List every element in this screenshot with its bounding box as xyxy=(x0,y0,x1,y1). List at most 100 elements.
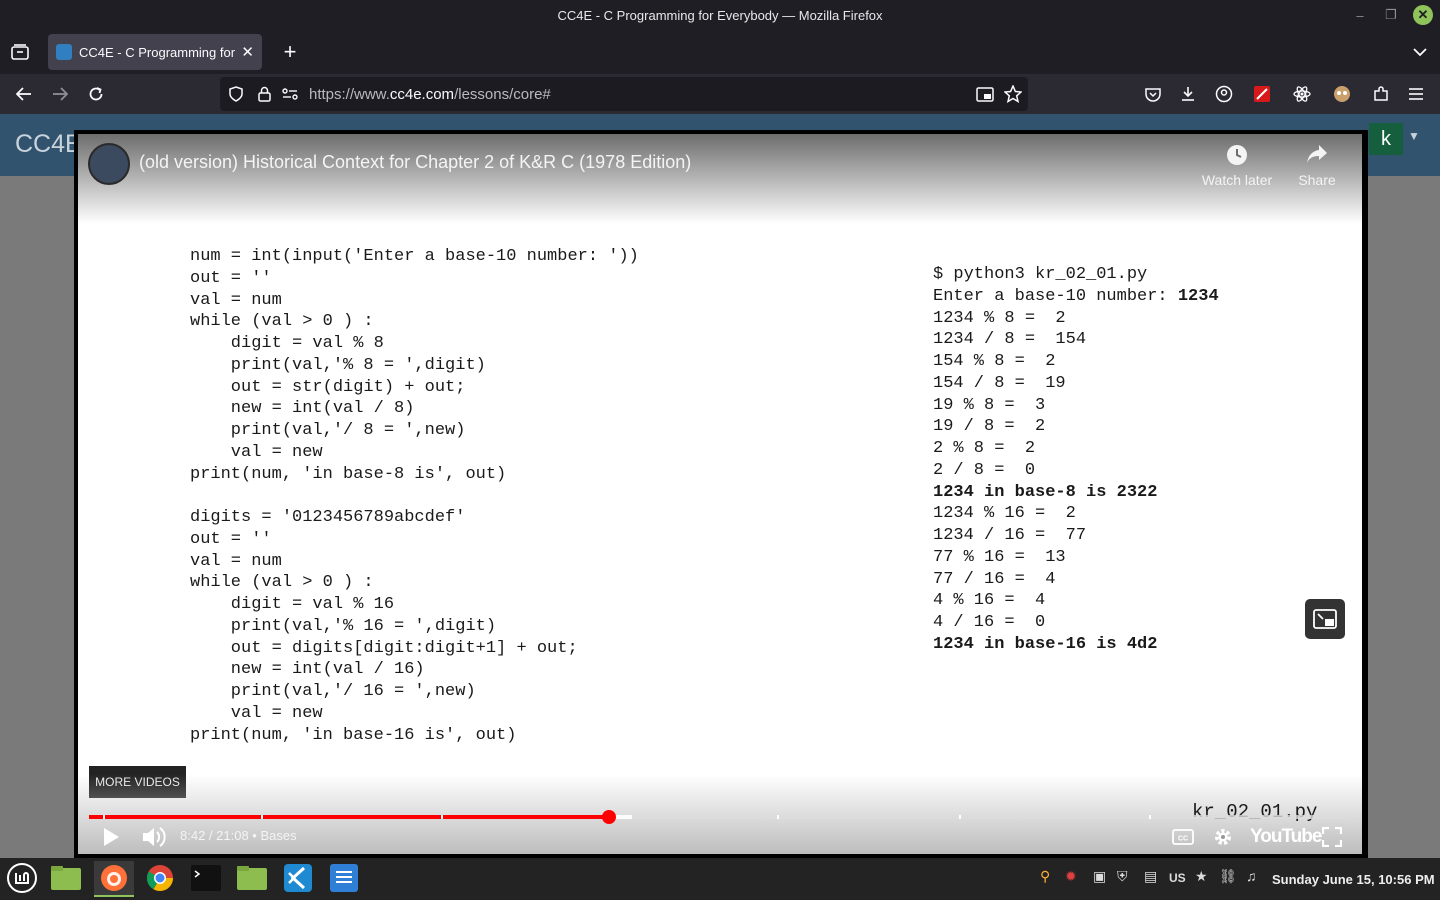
forward-arrow-icon[interactable] xyxy=(48,82,72,106)
code-line: digits = '0123456789abcdef' xyxy=(190,508,466,527)
close-window-icon[interactable]: ✕ xyxy=(1413,5,1433,25)
files-taskbar-icon[interactable] xyxy=(232,861,272,897)
notes-icon[interactable]: ▤ xyxy=(1144,868,1157,885)
extensions-puzzle-icon[interactable] xyxy=(1370,83,1392,105)
code-line: print(val,'% 8 = ',digit) xyxy=(190,355,486,375)
share-button[interactable]: Share xyxy=(1277,144,1357,188)
account-icon[interactable] xyxy=(1213,83,1235,105)
code-line: out = '' xyxy=(190,268,272,288)
output-line: 1234 in base-8 is 2322 xyxy=(933,482,1158,502)
code-line: while (val > 0 ) : xyxy=(190,573,374,593)
url-text: https://www.cc4e.com/lessons/core# xyxy=(309,85,551,103)
code-line: while (val > 0 ) : xyxy=(190,312,374,332)
video-frame[interactable]: (old version) Historical Context for Cha… xyxy=(78,134,1362,854)
share-arrow-icon xyxy=(1277,144,1357,172)
youtube-player[interactable]: (old version) Historical Context for Cha… xyxy=(74,130,1368,858)
firefox-taskbar-icon[interactable] xyxy=(94,861,134,897)
list-tabs-chevron-icon[interactable] xyxy=(1408,40,1432,64)
minimize-icon[interactable]: – xyxy=(1350,5,1370,25)
chapter-marker xyxy=(103,815,105,819)
maximize-icon[interactable]: ❐ xyxy=(1381,5,1401,25)
page-content: CC4E k ▼ (old version) Historical Contex… xyxy=(0,114,1440,858)
chapter-title[interactable]: Bases xyxy=(260,828,296,843)
clipboard-icon[interactable]: ▣ xyxy=(1093,868,1106,885)
output-line: 2 / 8 = 0 xyxy=(933,460,1036,480)
reload-icon[interactable] xyxy=(84,82,108,106)
chapter-marker xyxy=(777,815,779,819)
extension-red-icon[interactable] xyxy=(1251,83,1273,105)
user-avatar[interactable]: k xyxy=(1369,123,1403,155)
mint-menu-icon[interactable] xyxy=(2,861,42,897)
network-icon[interactable]: ⛓ xyxy=(1219,868,1237,885)
code-line: digit = val % 8 xyxy=(190,334,384,353)
code-line: out = '' xyxy=(190,529,272,549)
new-tab-icon[interactable]: + xyxy=(280,39,300,64)
scrubber-knob[interactable] xyxy=(601,810,616,824)
fullscreen-icon[interactable] xyxy=(1322,827,1342,847)
tracking-protection-shield-icon[interactable] xyxy=(226,84,246,104)
output-line: 77 % 16 = 13 xyxy=(933,547,1066,567)
code-left-python: num = int(input('Enter a base-10 number:… xyxy=(190,246,639,746)
svg-text:CC: CC xyxy=(1178,836,1188,843)
output-line: $ python3 kr_02_01.py xyxy=(933,265,1148,284)
youtube-logo[interactable]: YouTube xyxy=(1250,826,1322,848)
captions-icon[interactable]: CC xyxy=(1172,829,1194,845)
picture-in-picture-icon[interactable] xyxy=(974,84,996,104)
channel-avatar[interactable] xyxy=(88,143,130,185)
code-line: digit = val % 16 xyxy=(190,595,395,614)
code-line: out = digits[digit:digit+1] + out; xyxy=(190,638,578,658)
bookmark-star-icon[interactable] xyxy=(1002,83,1024,105)
chapter-marker xyxy=(261,815,263,819)
play-icon[interactable] xyxy=(102,827,120,847)
shield-update-icon[interactable]: ⛨ xyxy=(1117,868,1128,885)
video-title[interactable]: (old version) Historical Context for Cha… xyxy=(139,152,691,173)
text-editor-taskbar-icon[interactable] xyxy=(324,861,364,897)
url-bar[interactable]: https://www.cc4e.com/lessons/core# xyxy=(220,77,1028,111)
chrome-taskbar-icon[interactable] xyxy=(140,861,180,897)
bug-icon[interactable]: ✹ xyxy=(1065,868,1077,885)
keyboard-layout-indicator[interactable]: US xyxy=(1169,871,1186,885)
pocket-icon[interactable] xyxy=(1142,83,1164,105)
output-line: 1234 / 16 = 77 xyxy=(933,526,1087,545)
extension-avatar-icon[interactable] xyxy=(1331,83,1353,105)
react-devtools-icon[interactable] xyxy=(1291,83,1313,105)
code-line: val = num xyxy=(190,551,282,571)
chapter-marker xyxy=(441,815,443,819)
code-line: val = new xyxy=(190,442,323,462)
hamburger-menu-icon[interactable] xyxy=(1405,83,1427,105)
miniplayer-icon[interactable] xyxy=(1305,599,1345,639)
downloads-icon[interactable] xyxy=(1177,83,1199,105)
settings-gear-icon[interactable] xyxy=(1212,826,1234,848)
terminal-taskbar-icon[interactable] xyxy=(186,861,226,897)
files-folder-icon[interactable] xyxy=(46,861,86,897)
sound-icon[interactable]: ♫ xyxy=(1246,868,1257,884)
location-pin-icon[interactable]: ⚲ xyxy=(1040,868,1050,885)
output-line: 154 % 8 = 2 xyxy=(933,352,1056,371)
user-menu-caret-icon[interactable]: ▼ xyxy=(1408,129,1420,143)
output-line: 1234 / 8 = 154 xyxy=(933,330,1087,350)
site-brand[interactable]: CC4E xyxy=(15,130,82,159)
close-tab-icon[interactable]: ✕ xyxy=(241,43,254,61)
code-right-output: $ python3 kr_02_01.py Enter a base-10 num… xyxy=(933,264,1219,656)
tab-bar: CC4E - C Programming for E ✕ + xyxy=(0,30,1440,74)
volume-icon[interactable] xyxy=(142,826,166,848)
vscode-taskbar-icon[interactable] xyxy=(278,861,318,897)
clock[interactable]: Sunday June 15, 10:56 PM xyxy=(1272,872,1435,887)
lock-icon[interactable] xyxy=(254,84,274,104)
cc4e-favicon-icon xyxy=(56,44,72,60)
tab-cc4e[interactable]: CC4E - C Programming for E ✕ xyxy=(48,34,262,70)
code-line: out = str(digit) + out; xyxy=(190,377,466,397)
tab-overview-icon[interactable] xyxy=(8,42,32,62)
watch-later-button[interactable]: Watch later xyxy=(1197,144,1277,188)
output-line: 1234 % 8 = 2 xyxy=(933,308,1066,328)
top-gradient xyxy=(78,134,1362,224)
output-line: 2 % 8 = 2 xyxy=(933,439,1036,458)
back-arrow-icon[interactable] xyxy=(12,82,36,106)
code-line: print(val,'% 16 = ',digit) xyxy=(190,616,497,636)
chapter-marker xyxy=(959,815,961,819)
star-icon[interactable]: ★ xyxy=(1195,868,1208,885)
progress-bar[interactable] xyxy=(89,810,1351,824)
played-bar xyxy=(89,815,609,819)
output-line: 4 % 16 = 4 xyxy=(933,591,1046,611)
permissions-icon[interactable] xyxy=(280,84,300,104)
